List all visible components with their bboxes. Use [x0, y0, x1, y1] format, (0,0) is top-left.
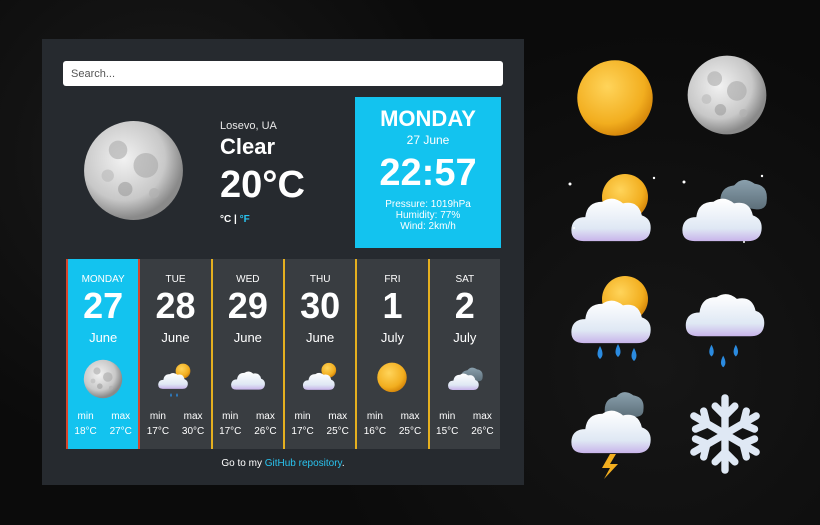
min-temp: 17°C	[219, 426, 242, 437]
footer-prefix: Go to my	[221, 458, 265, 469]
min-label: min	[366, 411, 383, 422]
min-label: min	[294, 411, 311, 422]
moon-icon	[686, 54, 768, 136]
footer-suffix: .	[341, 458, 345, 469]
forecast-strip: MONDAY 27 June min 18°C max 27°C TUE 28 Ju…	[66, 259, 500, 449]
min-temp: 17°C	[291, 426, 314, 437]
forecast-day-card[interactable]: TUE 28 June min 17°C max 30°C	[140, 259, 213, 449]
sun-cloud-icon	[568, 174, 656, 242]
min-temp: 16°C	[363, 426, 387, 437]
sun-cloud-icon	[303, 362, 337, 390]
forecast-month: July	[380, 330, 405, 345]
today-card: MONDAY 27 June 22:57 Pressure: 1019hPa H…	[355, 97, 501, 248]
forecast-day-name: SAT	[455, 274, 475, 285]
max-temp: 25°C	[326, 426, 349, 437]
forecast-min-max: min 15°C max 26°C	[430, 409, 500, 439]
condition-label: Clear	[220, 134, 276, 159]
forecast-day-number: 27	[83, 285, 124, 326]
min-temp: 17°C	[146, 426, 170, 437]
footer: Go to my GitHub repository.	[42, 458, 524, 469]
forecast-min-max: min 16°C max 25°C	[357, 409, 427, 439]
cloud-rain-icon	[685, 294, 765, 368]
cloud-icon	[230, 371, 265, 390]
current-temperature: 20°C	[220, 164, 305, 206]
humidity-label: Humidity: 77%	[395, 210, 461, 221]
sun-icon	[574, 57, 656, 139]
today-day-name: MONDAY	[380, 106, 476, 131]
min-label: min	[222, 411, 239, 422]
forecast-min-max: min 17°C max 26°C	[213, 409, 283, 439]
forecast-day-name: TUE	[165, 274, 186, 285]
forecast-month: June	[306, 330, 335, 345]
weather-widget: Losevo, UA Clear 20°C °C | °F MONDAY 27 …	[42, 39, 524, 485]
forecast-min-max: min 18°C max 27°C	[68, 409, 138, 439]
min-label: min	[149, 411, 166, 422]
moon-icon	[82, 119, 185, 222]
wind-label: Wind: 2km/h	[400, 221, 456, 232]
sun-icon	[377, 362, 408, 393]
min-label: min	[439, 411, 456, 422]
sun-cloud-rain-icon	[158, 363, 191, 397]
max-label: max	[472, 411, 492, 422]
max-label: max	[328, 411, 348, 422]
forecast-month: July	[453, 330, 477, 345]
pressure-label: Pressure: 1019hPa	[385, 199, 471, 210]
snowflake-icon	[690, 394, 760, 474]
today-stats: Pressure: 1019hPa Humidity: 77% Wind: 2k…	[355, 199, 501, 232]
forecast-day-number: 28	[155, 285, 196, 326]
max-temp: 25°C	[398, 426, 422, 437]
max-temp: 26°C	[471, 426, 494, 437]
forecast-month: June	[161, 330, 190, 345]
forecast-day-card[interactable]: SAT 2 July min 15°C max 26°C	[429, 259, 500, 449]
forecast-day-name: WED	[236, 274, 260, 285]
forecast-day-card[interactable]: WED 29 June min 17°C max 26°C	[212, 259, 285, 449]
night-cloud-icon	[682, 174, 767, 243]
thunderstorm-icon	[571, 392, 651, 479]
github-link[interactable]: GitHub repository	[265, 458, 342, 469]
forecast-day-name: THU	[309, 274, 331, 285]
forecast-day-number: 1	[382, 285, 403, 326]
max-label: max	[400, 411, 420, 422]
forecast-day-name: FRI	[384, 274, 401, 285]
dark-cloud-icon	[447, 367, 483, 390]
forecast-day-name: MONDAY	[81, 274, 125, 285]
max-temp: 27°C	[109, 426, 132, 437]
max-label: max	[255, 411, 275, 422]
sun-cloud-rain-icon	[571, 276, 651, 361]
forecast-day-card[interactable]: MONDAY 27 June min 18°C max 27°C	[66, 259, 141, 449]
min-temp: 18°C	[74, 426, 97, 437]
celsius-toggle[interactable]: °C	[220, 214, 231, 225]
max-label: max	[111, 411, 131, 422]
forecast-day-number: 30	[300, 285, 341, 326]
min-label: min	[77, 411, 94, 422]
forecast-min-max: min 17°C max 25°C	[285, 409, 355, 439]
min-temp: 15°C	[436, 426, 459, 437]
forecast-month: June	[233, 330, 262, 345]
today-date: 27 June	[406, 133, 450, 147]
forecast-day-card[interactable]: FRI 1 July min 16°C max 25°C	[357, 259, 430, 449]
max-temp: 26°C	[254, 426, 277, 437]
search-input[interactable]	[63, 61, 503, 86]
forecast-month: June	[89, 330, 118, 345]
max-label: max	[183, 411, 203, 422]
current-time: 22:57	[379, 152, 477, 194]
forecast-min-max: min 17°C max 30°C	[140, 409, 210, 439]
moon-icon	[80, 359, 126, 399]
forecast-day-card[interactable]: THU 30 June min 17°C max 25°C	[284, 259, 358, 449]
unit-separator: |	[231, 214, 240, 225]
forecast-day-number: 2	[454, 285, 475, 326]
forecast-day-number: 29	[227, 285, 268, 326]
max-temp: 30°C	[181, 426, 205, 437]
unit-toggle: °C | °F	[220, 214, 250, 225]
location-label: Losevo, UA	[220, 120, 277, 132]
fahrenheit-toggle[interactable]: °F	[240, 214, 250, 225]
